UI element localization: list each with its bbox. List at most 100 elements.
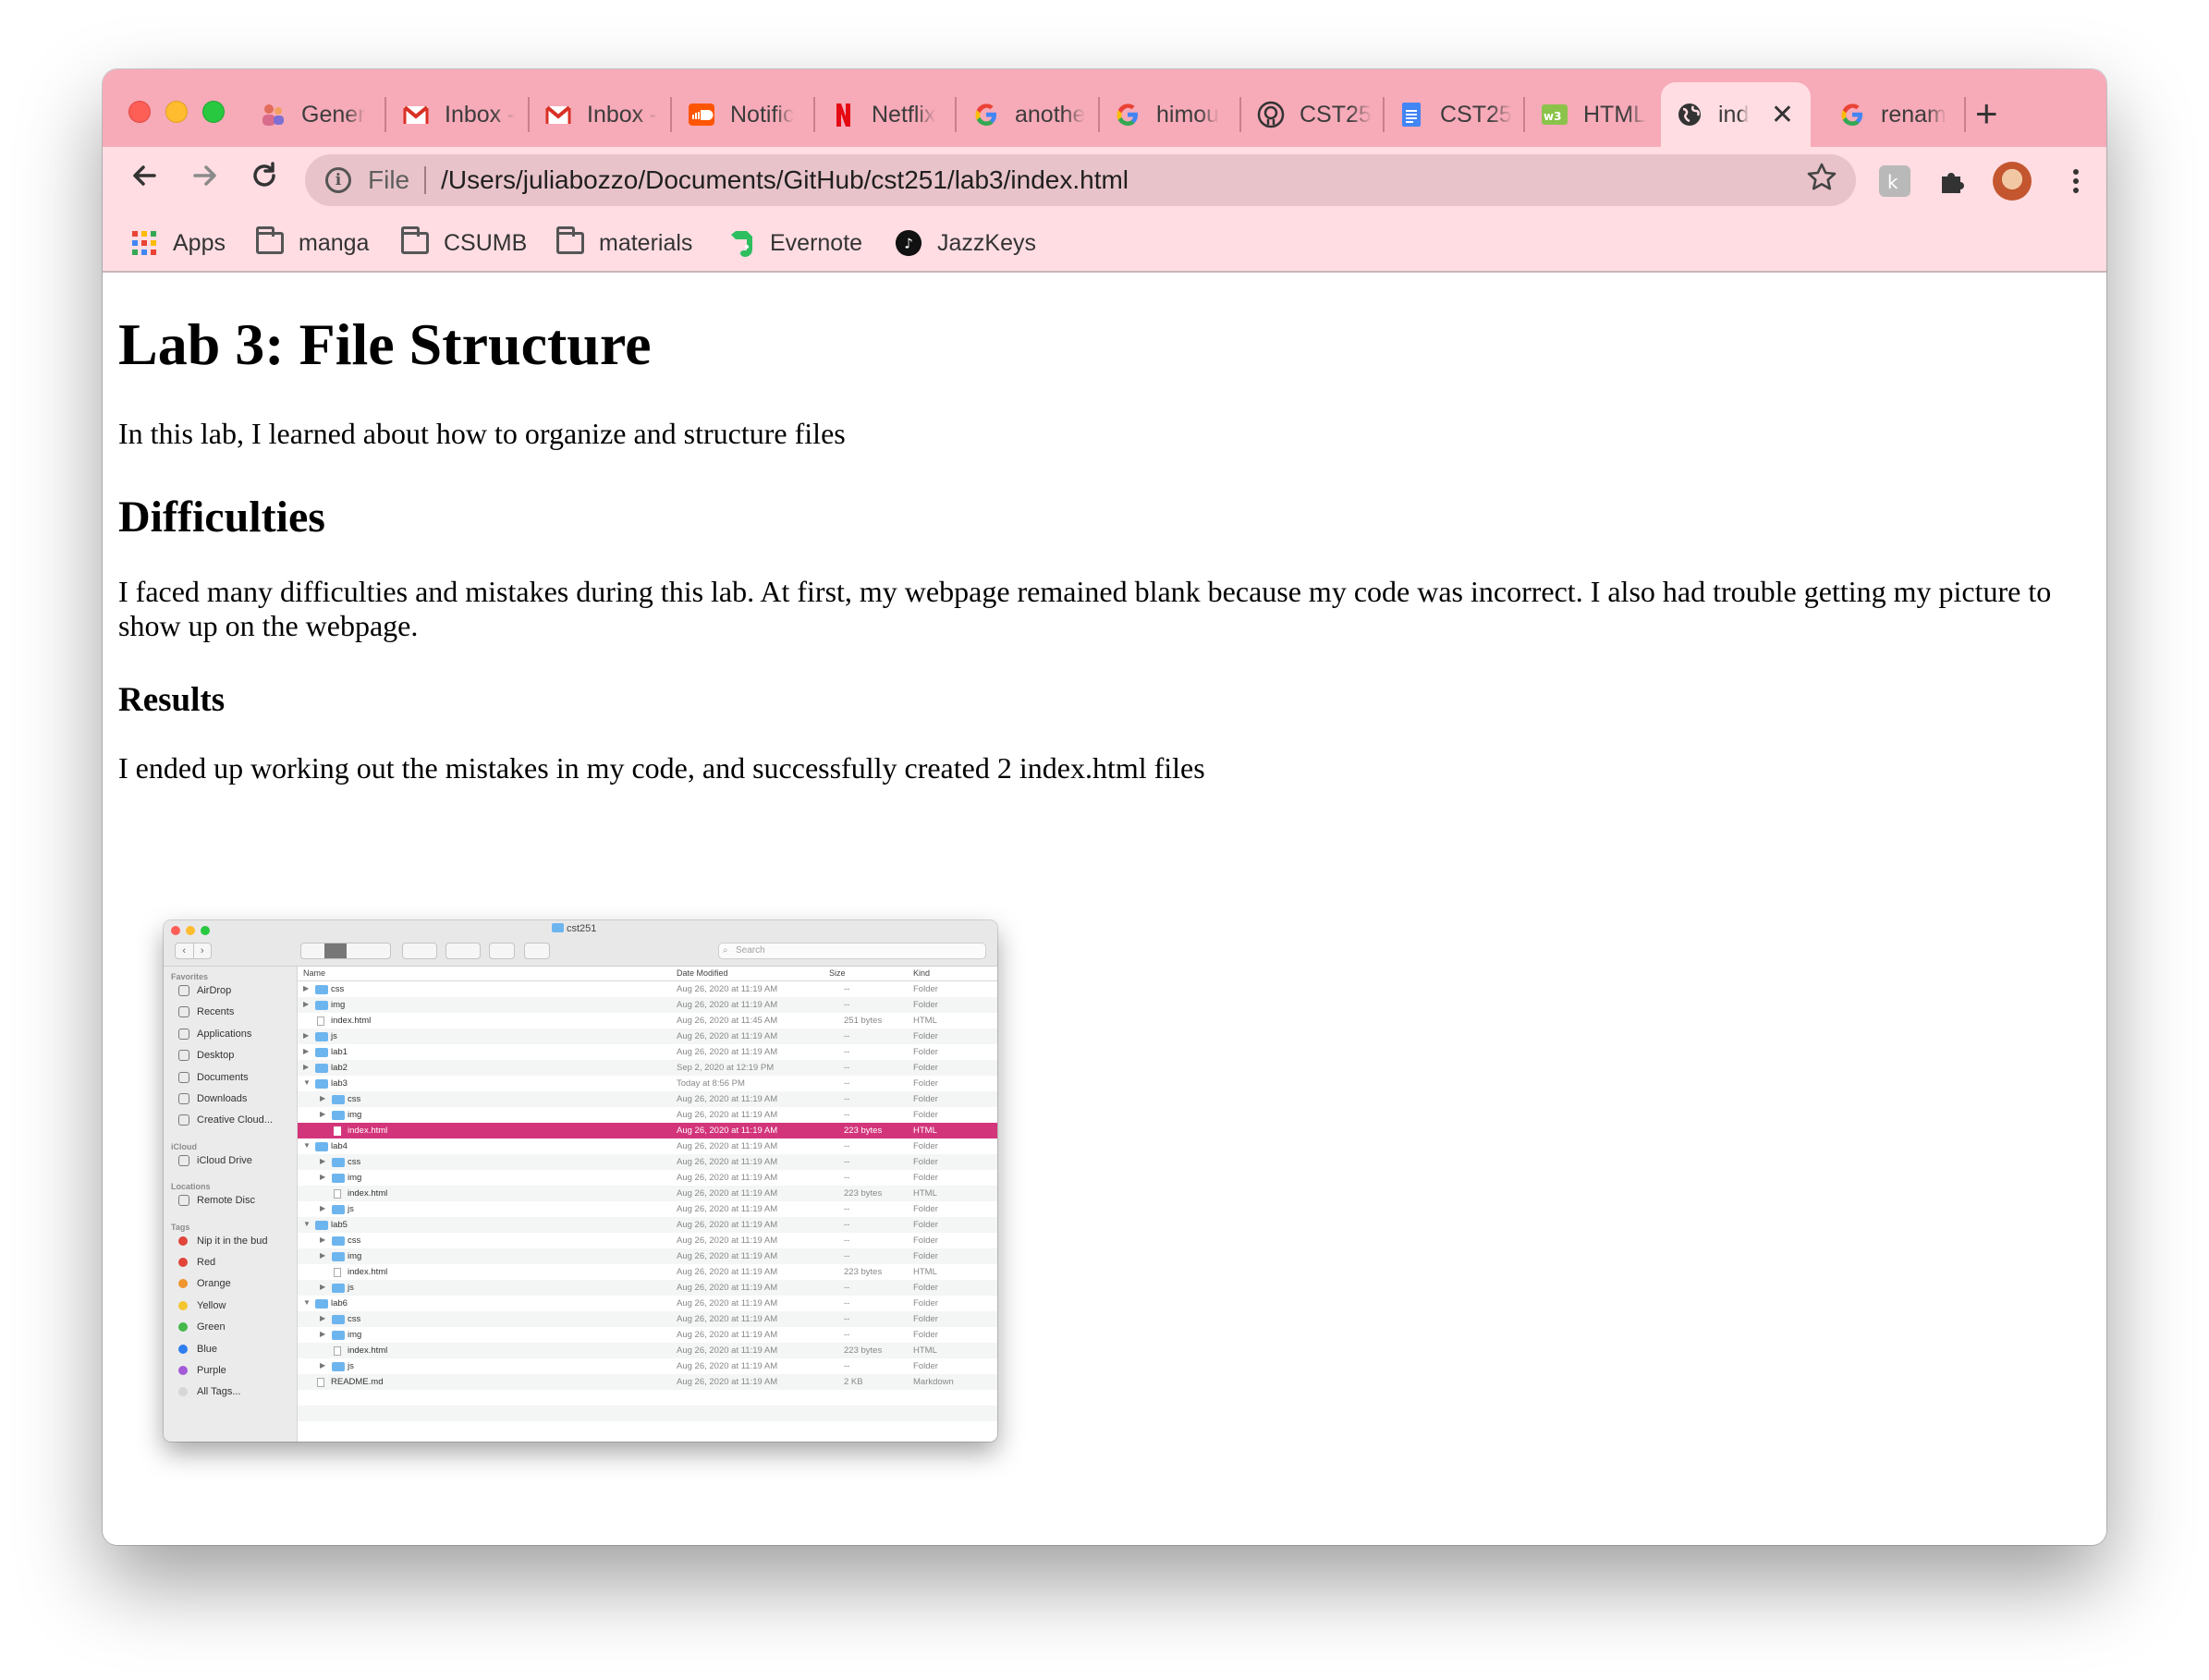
close-window-button[interactable] xyxy=(128,101,151,123)
tab[interactable]: Inbox - xyxy=(530,82,668,147)
file-kind: HTML xyxy=(913,1345,937,1356)
file-kind: Folder xyxy=(913,1236,938,1246)
finder-sidebar-item: Remote Disc xyxy=(178,1195,255,1207)
folder-icon xyxy=(332,1284,345,1293)
profile-avatar[interactable] xyxy=(1993,162,2032,201)
finder-sidebar-item: Recents xyxy=(178,1006,234,1018)
apps-grid-icon xyxy=(130,231,158,255)
file-size: 223 bytes xyxy=(844,1345,883,1356)
finder-action-button xyxy=(445,943,481,959)
disclosure-closed-icon: ▶ xyxy=(320,1110,326,1118)
file-name: README.md xyxy=(331,1377,384,1387)
chevron-right-icon: › xyxy=(200,945,204,956)
file-kind: Folder xyxy=(913,1173,938,1183)
difficulties-paragraph: I faced many difficulties and mistakes d… xyxy=(118,575,2052,642)
tag-dot-icon xyxy=(178,1387,188,1397)
extension-k-icon[interactable]: k xyxy=(1879,165,1910,197)
tag-dot-icon xyxy=(178,1300,188,1310)
file-date: Aug 26, 2020 at 11:19 AM xyxy=(677,1361,778,1371)
bookmark-folder-materials[interactable]: materials xyxy=(556,225,692,262)
url-text[interactable]: /Users/juliabozzo/Documents/GitHub/cst25… xyxy=(441,165,1129,195)
zoom-window-button[interactable] xyxy=(202,101,225,123)
file-size: 223 bytes xyxy=(844,1267,883,1277)
forward-arrow-icon xyxy=(193,165,216,186)
bookmark-folder-csumb[interactable]: CSUMB xyxy=(401,225,527,262)
file-size: -- xyxy=(844,984,850,994)
column-name: Name xyxy=(303,968,326,978)
file-date: Sep 2, 2020 at 12:19 PM xyxy=(677,1063,775,1073)
bookmark-star-icon[interactable] xyxy=(1806,162,1837,201)
tab[interactable]: renam xyxy=(1824,82,1962,147)
reload-button[interactable] xyxy=(249,160,280,201)
back-button[interactable] xyxy=(128,160,160,201)
tag-dot-icon xyxy=(178,1258,188,1267)
disclosure-closed-icon: ▶ xyxy=(320,1361,326,1370)
tab[interactable]: himou xyxy=(1099,82,1238,147)
new-tab-button[interactable]: + xyxy=(1975,94,1998,133)
file-date: Aug 26, 2020 at 11:19 AM xyxy=(677,1141,778,1151)
tab-separator xyxy=(1964,97,1966,132)
tab[interactable]: anothe xyxy=(958,82,1096,147)
finder-row: ▶ css Aug 26, 2020 at 11:19 AM -- Folder xyxy=(298,1091,997,1107)
file-name: js xyxy=(348,1283,354,1293)
folder-icon xyxy=(332,1252,345,1261)
tab-active[interactable]: ind ✕ xyxy=(1661,82,1811,147)
file-name: lab6 xyxy=(331,1298,348,1309)
more-menu-icon[interactable] xyxy=(2060,165,2092,197)
info-icon[interactable]: i xyxy=(325,167,351,193)
minimize-window-button[interactable] xyxy=(165,101,188,123)
file-kind: Folder xyxy=(913,1314,938,1324)
bookmark-evernote[interactable]: Evernote xyxy=(727,225,862,262)
file-size: 223 bytes xyxy=(844,1126,883,1136)
documents-icon xyxy=(178,1071,189,1083)
disc-icon xyxy=(178,1195,189,1207)
finder-sidebar-item: AirDrop xyxy=(178,985,231,996)
tab[interactable]: Inbox - xyxy=(387,82,526,147)
recents-icon xyxy=(178,1006,189,1018)
file-date: Aug 26, 2020 at 11:19 AM xyxy=(677,1298,778,1309)
file-kind: Folder xyxy=(913,1078,938,1089)
bookmark-label: Apps xyxy=(173,229,226,256)
tab[interactable]: Notific xyxy=(673,82,812,147)
finder-row: index.html Aug 26, 2020 at 11:19 AM 223 by… xyxy=(298,1186,997,1201)
file-date: Aug 26, 2020 at 11:19 AM xyxy=(677,1204,778,1214)
finder-empty-row xyxy=(298,1421,997,1437)
folder-icon xyxy=(315,1064,328,1073)
github-icon xyxy=(1257,101,1285,128)
forward-button[interactable] xyxy=(189,160,221,201)
icloud-icon xyxy=(178,1154,189,1166)
folder-icon xyxy=(315,1299,328,1309)
folder-icon xyxy=(332,1205,345,1214)
address-bar[interactable]: i File /Users/juliabozzo/Documents/GitHu… xyxy=(305,154,1856,206)
bookmark-jazzkeys[interactable]: ♪ JazzKeys xyxy=(895,225,1036,262)
file-date: Aug 26, 2020 at 11:19 AM xyxy=(677,1345,778,1356)
finder-close-dot xyxy=(171,926,180,935)
web-page: Lab 3: File Structure In this lab, I lea… xyxy=(103,274,2106,1545)
file-icon xyxy=(317,1378,324,1387)
bookmark-apps[interactable]: Apps xyxy=(130,225,226,262)
tab[interactable]: CST25 xyxy=(1242,82,1381,147)
disclosure-open-icon: ▼ xyxy=(303,1298,311,1307)
disclosure-closed-icon: ▶ xyxy=(320,1251,326,1260)
svg-text:♪: ♪ xyxy=(904,236,913,252)
tab-title: Inbox - xyxy=(587,101,658,128)
file-kind: HTML xyxy=(913,1267,937,1277)
file-kind: Folder xyxy=(913,1063,938,1073)
file-date: Aug 26, 2020 at 11:19 AM xyxy=(677,1220,778,1230)
tab[interactable]: Netflix xyxy=(814,82,953,147)
file-name: index.html xyxy=(348,1188,388,1199)
tab[interactable]: CST25 xyxy=(1383,82,1521,147)
finder-row: ▶ css Aug 26, 2020 at 11:19 AM -- Folder xyxy=(298,1311,997,1327)
file-name: lab3 xyxy=(331,1078,348,1089)
finder-sidebar-section: Favorites xyxy=(171,972,209,981)
tab[interactable]: w3 HTML xyxy=(1526,82,1665,147)
file-size: 2 KB xyxy=(844,1377,863,1387)
close-tab-icon[interactable]: ✕ xyxy=(1771,99,1794,131)
bookmark-label: materials xyxy=(599,229,693,256)
tab[interactable]: Gener xyxy=(244,82,383,147)
finder-file-list: ▶ css Aug 26, 2020 at 11:19 AM -- Folder ▶ img… xyxy=(298,981,997,1437)
extensions-puzzle-icon[interactable] xyxy=(1936,165,1968,197)
file-kind: Folder xyxy=(913,1157,938,1167)
bookmark-folder-manga[interactable]: manga xyxy=(256,225,369,262)
finder-minimize-dot xyxy=(186,926,195,935)
